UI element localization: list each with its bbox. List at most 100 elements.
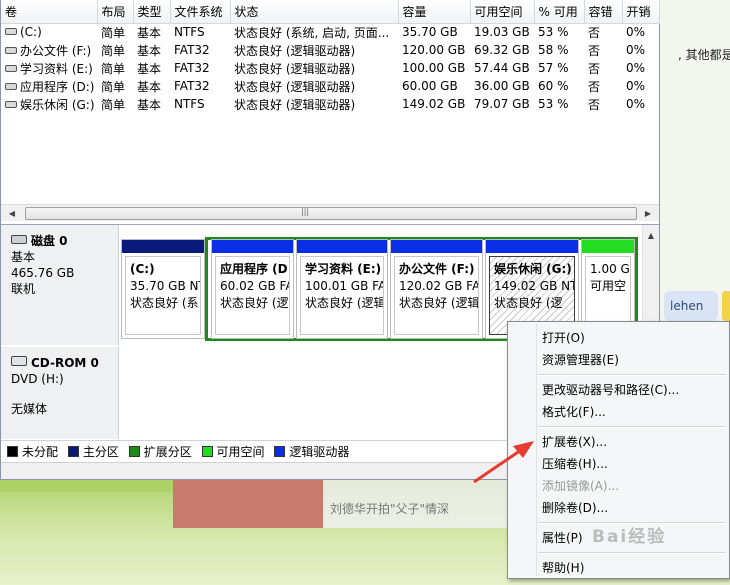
column-header-status[interactable]: 状态 bbox=[230, 0, 399, 24]
partition-size: 1.00 GB bbox=[590, 262, 630, 276]
partition-color-bar bbox=[582, 240, 634, 253]
percent-free-cell: 57 % bbox=[538, 61, 569, 75]
layout-cell: 简单 bbox=[101, 97, 126, 112]
table-row[interactable]: 娱乐休闲 (G:) 简单 基本 NTFS 状态良好 (逻辑驱动器) 149.02… bbox=[1, 95, 659, 113]
chat-bubble: lehen bbox=[664, 291, 718, 321]
partition-size: 120.02 GB FA bbox=[399, 279, 479, 293]
legend-item: 可用空间 bbox=[201, 441, 265, 463]
menu-separator bbox=[538, 426, 726, 428]
menu-item-extend-volume[interactable]: 扩展卷(X)... bbox=[510, 431, 727, 453]
drive-icon bbox=[5, 82, 17, 90]
layout-cell: 简单 bbox=[101, 25, 126, 40]
partition-name: 学习资料 (E:) bbox=[305, 262, 382, 276]
scroll-left-icon[interactable]: ◀ bbox=[5, 207, 19, 220]
partition-body: 应用程序 (D 60.02 GB FA 状态良好 (逻 bbox=[215, 256, 290, 335]
capacity-cell: 35.70 GB bbox=[402, 25, 458, 40]
percent-free-cell: 60 % bbox=[538, 79, 569, 93]
menu-item-change-drive-letter[interactable]: 更改驱动器号和路径(C)... bbox=[510, 379, 727, 401]
menu-item-help[interactable]: 帮助(H) bbox=[510, 557, 727, 579]
column-header-fault-tolerance[interactable]: 容错 bbox=[584, 0, 623, 24]
overhead-cell: 0% bbox=[626, 79, 646, 93]
horizontal-scrollbar[interactable]: ◀ ||| ▶ bbox=[1, 204, 659, 221]
volume-table: 卷 布局 类型 文件系统 状态 容量 可用空间 % 可用 容错 开销 (C:) … bbox=[1, 0, 660, 113]
column-header-volume[interactable]: 卷 bbox=[1, 0, 98, 24]
hard-disk-icon bbox=[11, 235, 27, 244]
disk-state: 联机 bbox=[11, 282, 36, 296]
scroll-up-icon[interactable]: ▲ bbox=[644, 229, 658, 242]
volume-list-pane: 卷 布局 类型 文件系统 状态 容量 可用空间 % 可用 容错 开销 (C:) … bbox=[1, 0, 660, 222]
status-cell: 状态良好 (逻辑驱动器) bbox=[234, 97, 356, 112]
drive-icon bbox=[5, 46, 17, 54]
table-row[interactable]: 办公文件 (F:) 简单 基本 FAT32 状态良好 (逻辑驱动器) 120.0… bbox=[1, 41, 659, 59]
legend-label: 未分配 bbox=[22, 445, 59, 459]
capacity-cell: 100.00 GB bbox=[402, 61, 466, 75]
menu-separator bbox=[538, 374, 726, 376]
column-header-layout[interactable]: 布局 bbox=[97, 0, 134, 24]
column-header-capacity[interactable]: 容量 bbox=[398, 0, 471, 24]
free-space-cell: 19.03 GB bbox=[474, 25, 530, 40]
partition-size: 60.02 GB FA bbox=[220, 279, 290, 293]
volume-name-cell: 学习资料 (E:) bbox=[1, 59, 97, 77]
filesystem-cell: NTFS bbox=[174, 97, 205, 111]
scroll-right-icon[interactable]: ▶ bbox=[641, 207, 655, 220]
partition-status: 可用空 bbox=[590, 279, 627, 293]
legend-item: 未分配 bbox=[7, 441, 58, 463]
free-space-cell: 57.44 GB bbox=[474, 61, 530, 75]
fault-tolerance-cell: 否 bbox=[588, 25, 601, 40]
column-header-filesystem[interactable]: 文件系统 bbox=[170, 0, 231, 24]
menu-item-delete-volume[interactable]: 删除卷(D)... bbox=[510, 497, 727, 519]
status-cell: 状态良好 (系统, 启动, 页面... bbox=[234, 25, 390, 40]
capacity-cell: 120.00 GB bbox=[402, 43, 466, 57]
scrollbar-thumb[interactable] bbox=[25, 207, 637, 220]
volume-name-cell: 应用程序 (D:) bbox=[1, 77, 97, 95]
chat-bubble-accent bbox=[722, 291, 730, 321]
partition-color-bar bbox=[391, 240, 482, 253]
table-row[interactable]: 应用程序 (D:) 简单 基本 FAT32 状态良好 (逻辑驱动器) 60.00… bbox=[1, 77, 659, 95]
drive-icon bbox=[5, 100, 17, 108]
filesystem-cell: FAT32 bbox=[174, 43, 210, 57]
column-header-free-space[interactable]: 可用空间 bbox=[470, 0, 535, 24]
cdrom-0-label[interactable]: CD-ROM 0 DVD (H:) 无媒体 bbox=[1, 347, 119, 439]
partition-block[interactable]: 应用程序 (D 60.02 GB FA 状态良好 (逻 bbox=[211, 239, 294, 339]
menu-item-open[interactable]: 打开(O) bbox=[510, 327, 727, 349]
drive-icon bbox=[5, 28, 17, 36]
volume-name: 娱乐休闲 (G:) bbox=[20, 97, 95, 112]
legend-item: 扩展分区 bbox=[128, 441, 192, 463]
overhead-cell: 0% bbox=[626, 43, 646, 57]
column-header-percent-free[interactable]: % 可用 bbox=[534, 0, 585, 24]
partition-color-bar bbox=[486, 240, 578, 253]
partition-size: 149.02 GB NT bbox=[494, 279, 575, 293]
drive-icon bbox=[5, 64, 17, 72]
watermark: Bai经验 bbox=[592, 527, 667, 547]
overhead-cell: 0% bbox=[626, 25, 646, 40]
menu-item-format[interactable]: 格式化(F)... bbox=[510, 401, 727, 423]
menu-item-explorer[interactable]: 资源管理器(E) bbox=[510, 349, 727, 371]
partition-block[interactable]: (C:) 35.70 GB NT 状态良好 (系 bbox=[121, 239, 205, 339]
legend-swatch bbox=[201, 446, 213, 457]
percent-free-cell: 53 % bbox=[538, 97, 569, 111]
legend-label: 主分区 bbox=[82, 445, 119, 459]
overhead-cell: 0% bbox=[626, 61, 646, 75]
video-caption: 刘德华开拍"父子"情深 bbox=[330, 502, 450, 516]
column-header-overhead[interactable]: 开销 bbox=[622, 0, 660, 24]
filesystem-cell: FAT32 bbox=[174, 79, 210, 93]
menu-separator bbox=[538, 552, 726, 554]
partition-body: 学习资料 (E:) 100.01 GB FA 状态良好 (逻辑 bbox=[300, 256, 384, 335]
table-row[interactable]: (C:) 简单 基本 NTFS 状态良好 (系统, 启动, 页面... 35.7… bbox=[1, 23, 659, 41]
free-space-cell: 79.07 GB bbox=[474, 97, 530, 111]
menu-item-shrink-volume[interactable]: 压缩卷(H)... bbox=[510, 453, 727, 475]
legend-swatch bbox=[67, 446, 79, 457]
disk-size: 465.76 GB bbox=[11, 266, 75, 280]
table-row[interactable]: 学习资料 (E:) 简单 基本 FAT32 状态良好 (逻辑驱动器) 100.0… bbox=[1, 59, 659, 77]
legend-label: 可用空间 bbox=[216, 445, 265, 459]
disk-0-label[interactable]: 磁盘 0 基本 465.76 GB 联机 bbox=[1, 225, 119, 345]
column-header-type[interactable]: 类型 bbox=[133, 0, 171, 24]
volume-name: 应用程序 (D:) bbox=[20, 79, 95, 94]
partition-block[interactable]: 办公文件 (F:) 120.02 GB FA 状态良好 (逻辑 bbox=[390, 239, 483, 339]
partition-block[interactable]: 学习资料 (E:) 100.01 GB FA 状态良好 (逻辑 bbox=[296, 239, 388, 339]
cdrom-media: 无媒体 bbox=[11, 402, 48, 416]
legend-label: 逻辑驱动器 bbox=[289, 445, 350, 459]
legend-label: 扩展分区 bbox=[143, 445, 192, 459]
volume-name: 学习资料 (E:) bbox=[20, 61, 93, 76]
legend-swatch bbox=[7, 446, 18, 457]
